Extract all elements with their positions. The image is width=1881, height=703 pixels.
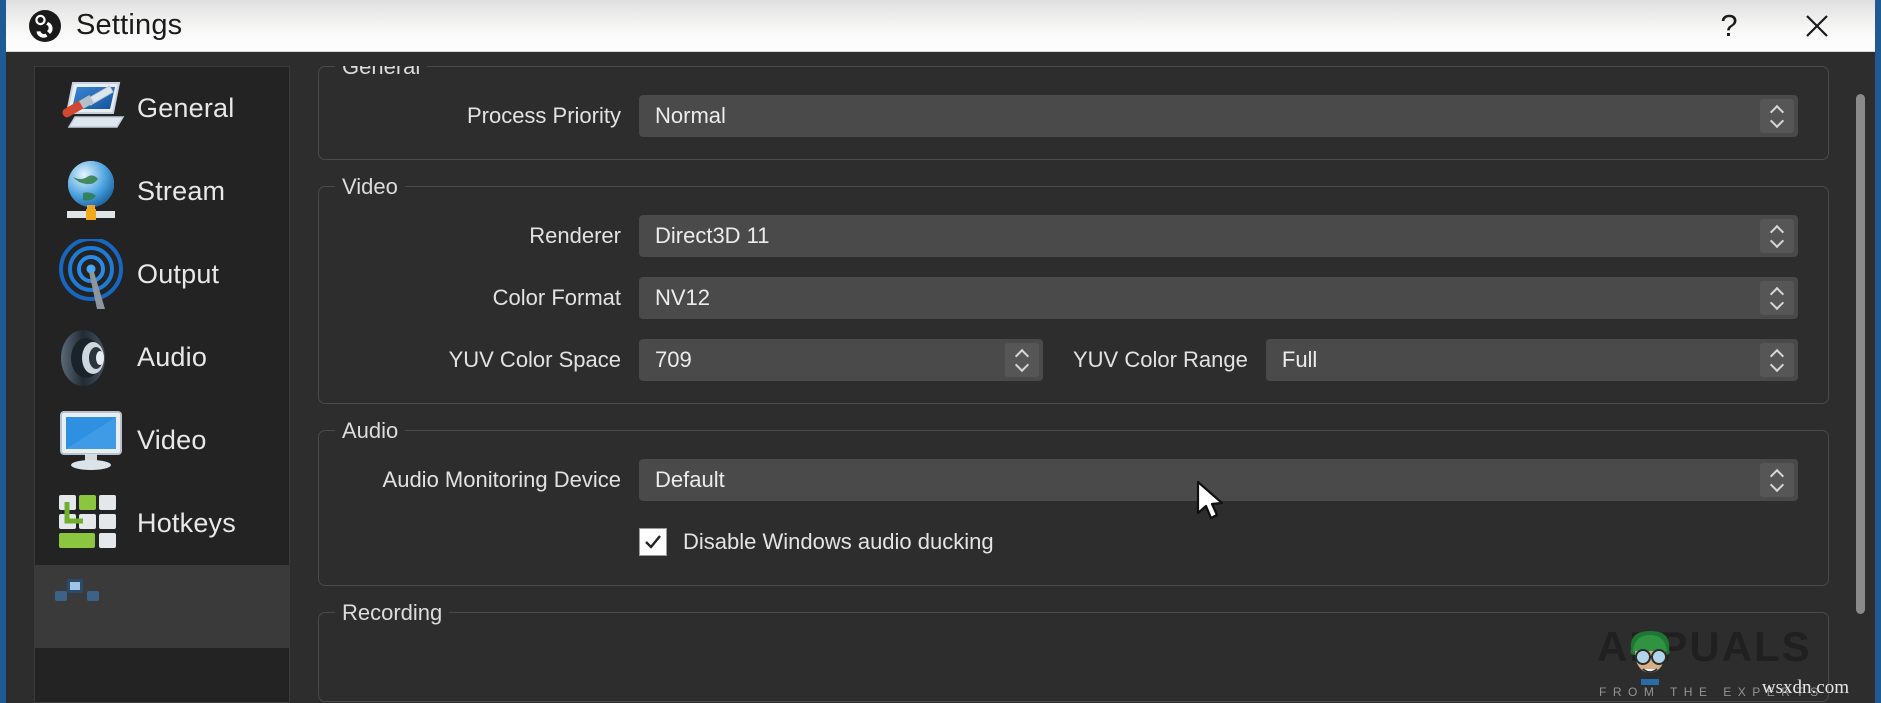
- sidebar-item-audio[interactable]: Audio: [35, 316, 289, 399]
- help-button[interactable]: ?: [1701, 0, 1757, 52]
- window-title: Settings: [76, 9, 183, 41]
- vertical-scrollbar[interactable]: [1853, 66, 1867, 703]
- obs-logo-icon: [28, 9, 62, 43]
- sidebar-item-label: Output: [137, 259, 220, 289]
- group-title: Audio: [335, 418, 406, 444]
- audio-monitoring-device-combobox[interactable]: Default: [639, 459, 1798, 501]
- field-label: Audio Monitoring Device: [382, 467, 621, 492]
- chevron-updown-icon[interactable]: [1760, 343, 1794, 377]
- chevron-updown-icon[interactable]: [1760, 219, 1794, 253]
- advanced-gear-icon: [45, 569, 137, 645]
- settings-category-list[interactable]: General Stream Output Audio Video Hotkey…: [34, 66, 290, 703]
- sidebar-item-video[interactable]: Video: [35, 399, 289, 482]
- row-audio-monitoring-device: Audio Monitoring Device Default: [349, 459, 1798, 501]
- close-icon: [1806, 15, 1828, 37]
- combobox-value: 709: [655, 347, 692, 372]
- sidebar-item-hotkeys[interactable]: Hotkeys: [35, 482, 289, 565]
- row-yuv: YUV Color Space 709 YUV Color Range Full: [349, 339, 1798, 381]
- settings-window: Settings ? General Stream Output Audio V…: [0, 0, 1881, 703]
- sidebar-item-label: Audio: [137, 342, 208, 372]
- chevron-updown-icon[interactable]: [1005, 343, 1039, 377]
- combobox-value: Direct3D 11: [655, 223, 770, 248]
- general-monitor-screwdriver-icon: [45, 71, 137, 147]
- output-broadcast-waves-icon: [45, 237, 137, 313]
- combobox-value: Normal: [655, 103, 726, 128]
- row-process-priority: Process Priority Normal: [349, 95, 1798, 137]
- row-renderer: Renderer Direct3D 11: [349, 215, 1798, 257]
- renderer-combobox[interactable]: Direct3D 11: [639, 215, 1798, 257]
- combobox-value: Full: [1281, 347, 1318, 372]
- sidebar-item-advanced[interactable]: [35, 565, 289, 648]
- help-label: ?: [1720, 8, 1738, 43]
- scrollbar-thumb[interactable]: [1856, 94, 1865, 614]
- group-title: General: [335, 66, 428, 80]
- combobox-value: NV12: [655, 285, 711, 310]
- field-label-yuv-range: YUV Color Range: [1073, 347, 1248, 372]
- sidebar-item-general[interactable]: General: [35, 67, 289, 150]
- row-color-format: Color Format NV12: [349, 277, 1798, 319]
- settings-scroll-area: General Process Priority Normal Video Re…: [318, 66, 1875, 703]
- dialog-body: General Stream Output Audio Video Hotkey…: [6, 52, 1875, 703]
- hotkeys-keyboard-icon: [45, 486, 137, 562]
- process-priority-combobox[interactable]: Normal: [639, 95, 1798, 137]
- field-label: Renderer: [529, 223, 621, 248]
- audio-speaker-icon: [45, 320, 137, 396]
- group-title: Recording: [335, 600, 450, 626]
- field-label: Process Priority: [466, 103, 621, 128]
- field-label: YUV Color Space: [448, 347, 621, 372]
- stream-globe-satellite-icon: [45, 154, 137, 230]
- group-general: General Process Priority Normal: [318, 66, 1829, 160]
- sidebar-item-stream[interactable]: Stream: [35, 150, 289, 233]
- close-button[interactable]: [1789, 0, 1845, 52]
- row-disable-audio-ducking[interactable]: Disable Windows audio ducking: [639, 521, 1798, 563]
- disable-audio-ducking-checkbox[interactable]: [639, 528, 667, 556]
- yuv-color-range-combobox[interactable]: Full: [1265, 339, 1798, 381]
- checkbox-label: Disable Windows audio ducking: [683, 529, 994, 554]
- video-monitor-icon: [45, 403, 137, 479]
- chevron-updown-icon[interactable]: [1760, 463, 1794, 497]
- sidebar-item-label: Video: [137, 425, 207, 455]
- sidebar-item-output[interactable]: Output: [35, 233, 289, 316]
- chevron-updown-icon[interactable]: [1760, 99, 1794, 133]
- group-audio: Audio Audio Monitoring Device Default Di…: [318, 418, 1829, 586]
- group-recording: Recording: [318, 600, 1829, 702]
- group-title: Video: [335, 174, 405, 200]
- color-format-combobox[interactable]: NV12: [639, 277, 1798, 319]
- check-icon: [645, 535, 661, 549]
- title-bar: Settings ?: [6, 0, 1875, 52]
- sidebar-item-label: Stream: [137, 176, 226, 206]
- settings-content-pane: General Process Priority Normal Video Re…: [318, 66, 1875, 703]
- yuv-color-space-combobox[interactable]: 709: [639, 339, 1043, 381]
- group-video: Video Renderer Direct3D 11 Color Format: [318, 174, 1829, 404]
- field-label: Color Format: [492, 285, 621, 310]
- sidebar-item-label: General: [137, 93, 235, 123]
- chevron-updown-icon[interactable]: [1760, 281, 1794, 315]
- combobox-value: Default: [655, 467, 725, 492]
- sidebar-item-label: Hotkeys: [137, 508, 236, 538]
